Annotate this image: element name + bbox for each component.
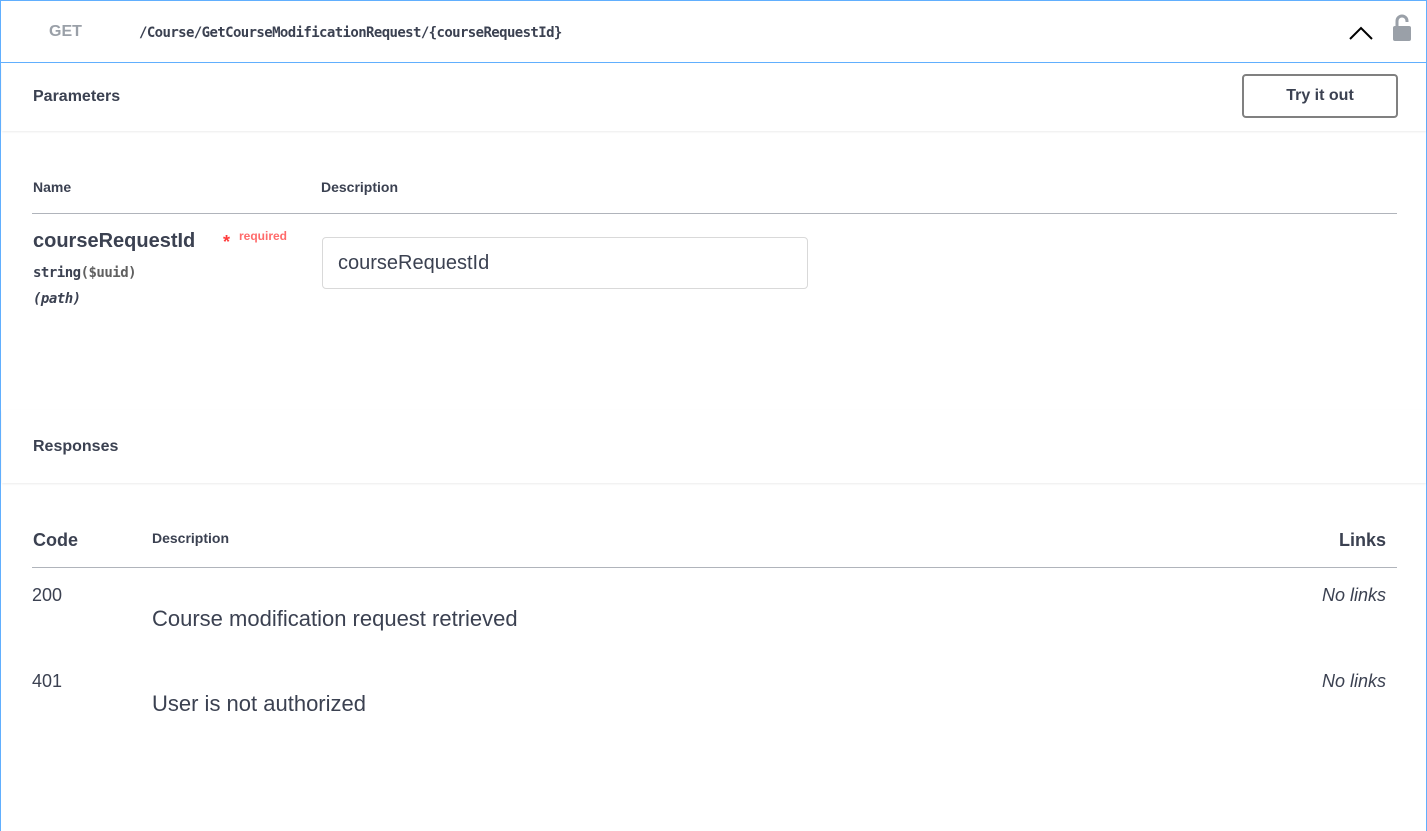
parameters-divider [32,213,1397,214]
responses-header: Responses [2,410,1426,483]
response-code: 200 [32,585,63,605]
parameter-name: courseRequestId [33,230,196,252]
required-label: required [239,229,288,243]
response-description: Course modification request retrieved [152,606,518,631]
parameter-format: ($uuid) [80,265,137,281]
chevron-up-icon[interactable] [1347,23,1375,43]
column-links-header: Links [1338,530,1386,550]
parameter-type: string($uuid) [33,265,137,281]
column-description-header: Description [321,179,399,195]
column-name-header: Name [33,179,72,195]
responses-title: Responses [33,438,119,455]
endpoint-path: /Course/GetCourseModificationRequest/{co… [139,25,562,41]
parameter-location: (path) [33,291,81,307]
operation-block: GET /Course/GetCourseModificationRequest… [0,0,1427,831]
column-code-header: Code [33,530,78,550]
course-request-id-input[interactable] [322,237,808,289]
column-response-description-header: Description [152,530,230,546]
required-asterisk: * [223,232,231,252]
http-method: GET [49,23,82,40]
operation-summary[interactable]: GET /Course/GetCourseModificationRequest… [1,1,1426,63]
parameter-type-name: string [33,265,81,281]
try-it-out-button[interactable]: Try it out [1242,74,1398,118]
parameters-header: Parameters Try it out [2,64,1426,131]
response-code: 401 [32,671,63,691]
parameters-title: Parameters [33,88,121,105]
response-links: No links [1321,671,1386,691]
response-description: User is not authorized [152,691,366,716]
responses-divider [32,567,1397,568]
response-links: No links [1321,585,1386,605]
unlocked-padlock-icon[interactable] [1391,13,1413,43]
